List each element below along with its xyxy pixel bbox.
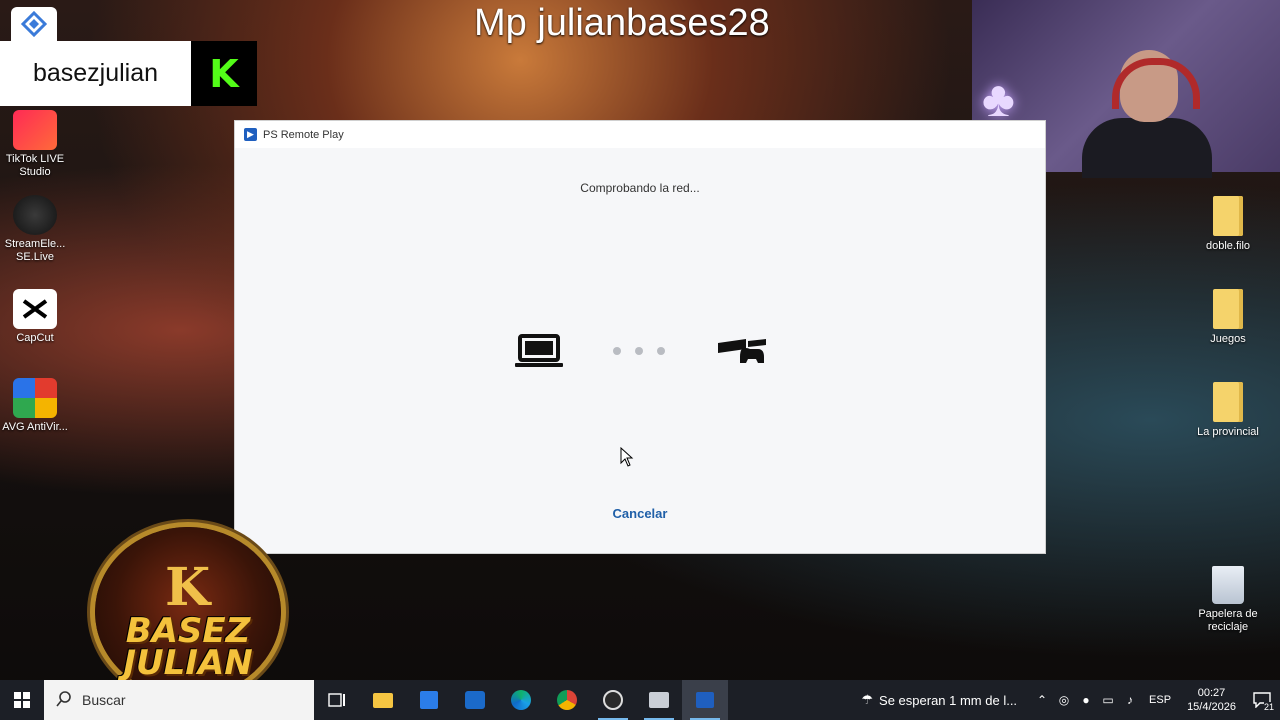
- volume-icon[interactable]: ♪: [1119, 693, 1141, 707]
- taskbar-app-window[interactable]: [636, 680, 682, 720]
- notification-count: 21: [1263, 702, 1274, 712]
- microphone-icon[interactable]: ●: [1075, 693, 1097, 707]
- language-indicator[interactable]: ESP: [1149, 694, 1171, 706]
- desktop-icon-recycle-bin[interactable]: Papelera de reciclaje: [1193, 566, 1263, 634]
- window-titlebar[interactable]: ▶ PS Remote Play: [235, 121, 1045, 148]
- mouse-cursor-icon: [620, 446, 634, 472]
- dot: [613, 347, 621, 355]
- start-button[interactable]: [0, 680, 44, 720]
- cancel-button[interactable]: Cancelar: [235, 506, 1045, 521]
- dot: [657, 347, 665, 355]
- avg-icon: [13, 378, 57, 418]
- recycle-bin-icon: [1212, 566, 1244, 604]
- stream-overlay-title: Mp julianbases28: [474, 2, 770, 44]
- window-title: PS Remote Play: [263, 128, 344, 141]
- clock-time: 00:27: [1197, 687, 1226, 699]
- task-view-icon: [328, 693, 345, 707]
- taskbar: Buscar ☂ Se esperan 1 mm de l... ⌃ ◎ ● ▭…: [0, 680, 1280, 720]
- system-tray: ☂ Se esperan 1 mm de l... ⌃ ◎ ● ▭ ♪ ESP …: [861, 680, 1280, 720]
- search-icon: [56, 690, 72, 710]
- search-box[interactable]: Buscar: [44, 680, 314, 720]
- rain-umbrella-icon: ☂: [861, 692, 874, 707]
- taskbar-outlook[interactable]: [452, 680, 498, 720]
- username-badge: basezjulian: [0, 41, 191, 106]
- streamelements-icon: [13, 195, 57, 235]
- chevron-up-icon[interactable]: ⌃: [1031, 693, 1053, 707]
- obs-icon: [603, 690, 623, 710]
- desktop-icon-la-provincial[interactable]: La provincial: [1193, 382, 1263, 439]
- desktop-icon-capcut[interactable]: CapCut: [0, 289, 70, 345]
- status-message: Comprobando la red...: [580, 181, 700, 195]
- app-shortcut-icon[interactable]: [11, 7, 57, 41]
- desktop-icon-streamelements[interactable]: StreamEle... SE.Live: [0, 195, 70, 264]
- taskbar-edge[interactable]: [498, 680, 544, 720]
- connecting-dots: [613, 347, 665, 355]
- battery-icon[interactable]: ▭: [1097, 693, 1119, 707]
- weather-text: Se esperan 1 mm de l...: [879, 692, 1018, 708]
- desktop-icon-juegos[interactable]: Juegos: [1193, 289, 1263, 346]
- search-placeholder: Buscar: [82, 692, 126, 708]
- folder-icon: [1213, 289, 1243, 329]
- laptop-icon: [515, 334, 563, 375]
- desktop-icon-doble-filo[interactable]: doble.filo: [1193, 196, 1263, 253]
- ps-remote-play-window: ▶ PS Remote Play Comprobando la red... C…: [235, 121, 1045, 553]
- kick-logo-icon: K: [191, 41, 257, 106]
- taskbar-file-explorer[interactable]: [360, 680, 406, 720]
- dot: [635, 347, 643, 355]
- desktop-icon-avg-antivirus[interactable]: AVG AntiVir...: [0, 378, 70, 434]
- folder-icon: [373, 692, 393, 708]
- taskbar-ps-remote-play[interactable]: [682, 680, 728, 720]
- chrome-icon: [557, 690, 577, 710]
- weather-widget[interactable]: ☂ Se esperan 1 mm de l...: [861, 692, 1017, 708]
- ps-remote-play-icon: [696, 692, 714, 708]
- outlook-icon: [465, 691, 485, 709]
- folder-icon: [1213, 382, 1243, 422]
- webcam-tray-icon[interactable]: ◎: [1053, 693, 1075, 707]
- windows-icon: [14, 692, 30, 708]
- basez-julian-logo: K BASEZ JULIAN: [95, 527, 281, 697]
- store-icon: [420, 691, 438, 709]
- notification-center-button[interactable]: 21: [1244, 680, 1280, 720]
- ps-remote-play-icon: ▶: [244, 128, 257, 141]
- taskbar-microsoft-store[interactable]: [406, 680, 452, 720]
- tiktok-icon: [13, 110, 57, 150]
- capcut-icon: [13, 289, 57, 329]
- club-neon-icon: ♣: [982, 71, 1015, 127]
- clock[interactable]: 00:27 15/4/2026: [1187, 686, 1236, 714]
- edge-icon: [511, 690, 531, 710]
- task-view-button[interactable]: [314, 680, 360, 720]
- taskbar-chrome[interactable]: [544, 680, 590, 720]
- desktop-icon-tiktok-live-studio[interactable]: TikTok LIVE Studio: [0, 110, 70, 179]
- clock-date: 15/4/2026: [1187, 701, 1236, 713]
- taskbar-obs[interactable]: [590, 680, 636, 720]
- ps5-console-icon: [716, 337, 768, 372]
- window-app-icon: [649, 692, 669, 708]
- folder-icon: [1213, 196, 1243, 236]
